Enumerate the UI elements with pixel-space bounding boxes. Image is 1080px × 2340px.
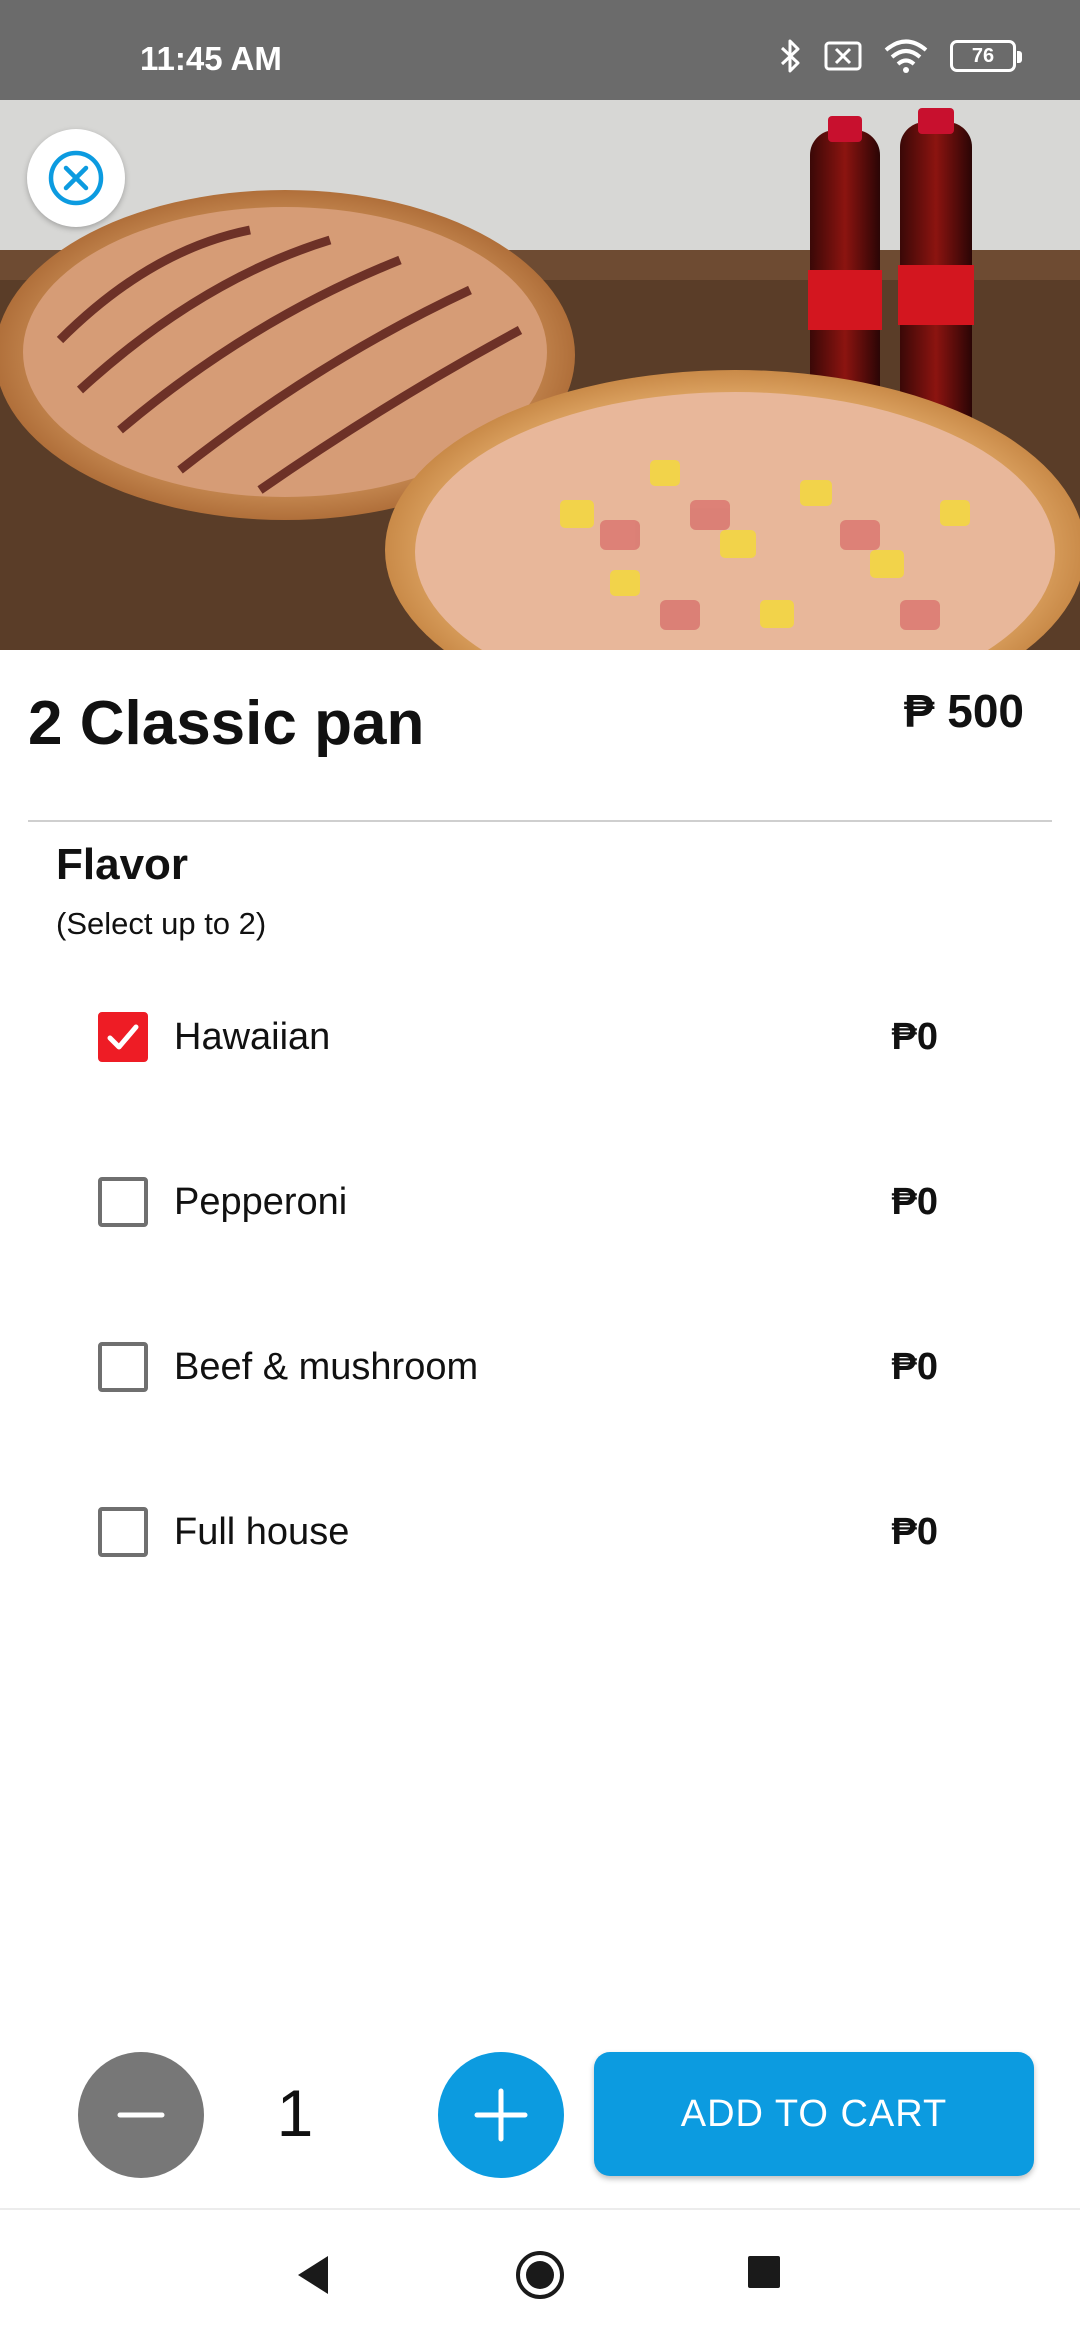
checkbox-checked[interactable] — [98, 1012, 148, 1062]
flavor-section-subtitle: (Select up to 2) — [56, 906, 267, 941]
quantity-value: 1 — [276, 2076, 314, 2150]
option-price: ₱0 — [891, 1345, 938, 1388]
option-label: Hawaiian — [174, 1015, 331, 1058]
checkbox-unchecked[interactable] — [98, 1177, 148, 1227]
checkbox-unchecked[interactable] — [98, 1507, 148, 1557]
option-label: Full house — [174, 1510, 350, 1553]
status-icons: 76 — [778, 38, 1022, 74]
option-beef-mushroom[interactable]: Beef & mushroom ₱0 — [98, 1332, 938, 1402]
status-bar: 11:45 AM 76 — [0, 0, 1080, 100]
decrease-quantity-button[interactable] — [78, 2052, 204, 2178]
divider — [28, 820, 1052, 822]
checkmark-icon — [107, 1024, 139, 1050]
option-full-house[interactable]: Full house ₱0 — [98, 1497, 938, 1567]
wifi-icon — [884, 39, 928, 73]
minus-icon — [117, 2112, 165, 2118]
option-label: Pepperoni — [174, 1180, 348, 1223]
bluetooth-icon — [778, 38, 802, 74]
back-icon[interactable] — [292, 2252, 338, 2303]
plus-icon — [474, 2088, 528, 2142]
flavor-section-title: Flavor — [56, 840, 189, 889]
battery-level: 76 — [971, 44, 995, 67]
recents-icon[interactable] — [746, 2254, 782, 2295]
checkbox-unchecked[interactable] — [98, 1342, 148, 1392]
option-price: ₱0 — [891, 1180, 938, 1223]
increase-quantity-button[interactable] — [438, 2052, 564, 2178]
product-image — [0, 100, 1080, 650]
add-to-cart-button[interactable]: ADD TO CART — [594, 2052, 1034, 2176]
option-price: ₱0 — [891, 1015, 938, 1058]
system-navigation-bar — [0, 2210, 1080, 2340]
option-price: ₱0 — [891, 1510, 938, 1553]
home-icon[interactable] — [515, 2250, 565, 2305]
option-hawaiian[interactable]: Hawaiian ₱0 — [98, 1002, 938, 1072]
close-circle-icon — [48, 150, 104, 206]
status-time: 11:45 AM — [140, 40, 282, 77]
close-button[interactable] — [27, 129, 125, 227]
product-title: 2 Classic pan — [28, 689, 425, 758]
option-pepperoni[interactable]: Pepperoni ₱0 — [98, 1167, 938, 1237]
notification-mute-icon — [824, 41, 862, 71]
product-price: ₱ 500 — [903, 685, 1024, 737]
option-label: Beef & mushroom — [174, 1345, 479, 1388]
pizza-and-soda-photo — [0, 100, 1080, 650]
battery-icon: 76 — [950, 40, 1022, 72]
